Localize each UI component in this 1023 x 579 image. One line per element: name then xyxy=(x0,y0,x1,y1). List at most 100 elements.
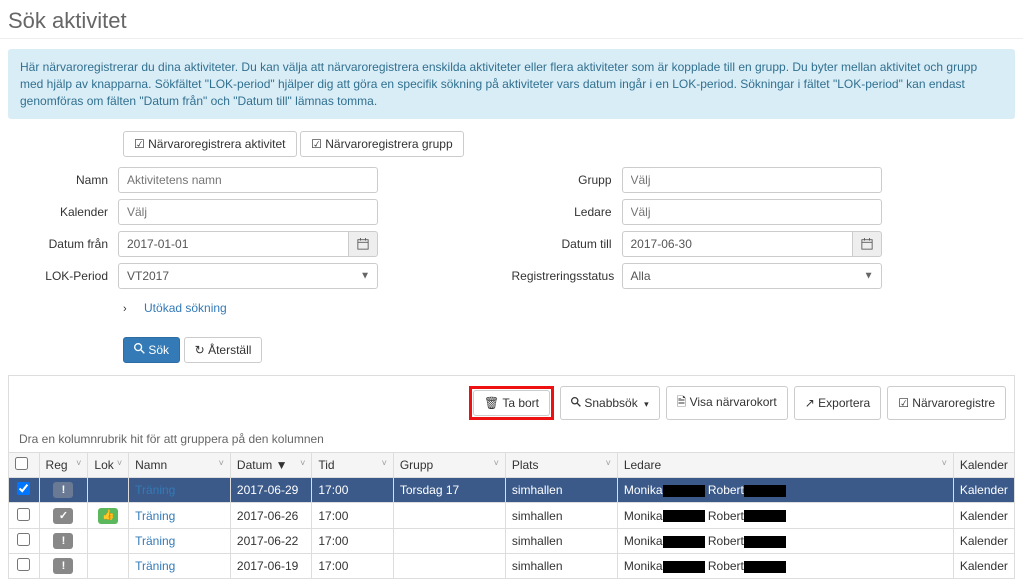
calendar-icon xyxy=(861,238,873,250)
kalender-input[interactable] xyxy=(118,199,378,225)
cell-tid: 17:00 xyxy=(312,503,393,529)
redacted xyxy=(744,536,786,548)
cell-kalender: Kalender xyxy=(953,553,1014,578)
datum-fran-input[interactable] xyxy=(118,231,348,257)
cell-datum: 2017-06-22 xyxy=(230,528,311,553)
col-ledare[interactable]: Ledare ˅ xyxy=(617,453,953,478)
cell-grupp xyxy=(393,503,505,529)
cell-kalender: Kalender xyxy=(953,528,1014,553)
row-checkbox[interactable] xyxy=(17,558,30,571)
alert-icon: ! xyxy=(53,533,73,549)
activity-link[interactable]: Träning xyxy=(135,559,175,573)
label-lok-period: LOK-Period xyxy=(8,269,118,283)
sort-icon: ˅ xyxy=(76,458,81,468)
col-tid[interactable]: Tid˅ xyxy=(312,453,393,478)
check-icon: ☑ xyxy=(898,396,909,410)
col-namn[interactable]: Namn˅ xyxy=(129,453,231,478)
expand-search-link[interactable]: › Utökad sökning xyxy=(8,301,1015,315)
col-reg-label: Reg xyxy=(46,458,68,472)
reg-status-select[interactable]: Alla ▼ xyxy=(622,263,882,289)
label-datum-fran: Datum från xyxy=(8,237,118,251)
select-all-checkbox[interactable] xyxy=(15,457,28,470)
reg-aktivitet-button[interactable]: ☑ Närvaroregistrera aktivitet xyxy=(123,131,297,157)
col-checkbox[interactable] xyxy=(9,453,40,478)
chevron-down-icon xyxy=(641,396,649,410)
sort-icon: ˅ xyxy=(942,458,947,468)
col-grupp[interactable]: Grupp˅ xyxy=(393,453,505,478)
table-row[interactable]: !Träning2017-06-1917:00simhallenMonika R… xyxy=(9,553,1015,578)
row-checkbox[interactable] xyxy=(17,533,30,546)
col-namn-label: Namn xyxy=(135,458,167,472)
reg-grupp-label: Närvaroregistrera grupp xyxy=(325,137,452,151)
redacted xyxy=(744,485,786,497)
col-reg[interactable]: Reg ˅ xyxy=(39,453,88,478)
datum-fran-calendar-button[interactable] xyxy=(348,231,378,257)
table-row[interactable]: !Träning2017-06-2217:00simhallenMonika R… xyxy=(9,528,1015,553)
col-lok[interactable]: Lok˅ xyxy=(88,453,129,478)
results-table: Reg˅ Lok˅ Namn˅ Datum ▼˅ Tid˅ Grupp˅ Pla… xyxy=(8,452,1015,579)
cell-plats: simhallen xyxy=(505,553,617,578)
col-datum[interactable]: Datum ▼ ˅ xyxy=(230,453,311,478)
col-plats[interactable]: Plats ˅ xyxy=(505,453,617,478)
col-ledare-label: Ledare xyxy=(624,458,661,472)
thumbs-up-icon: 👍 xyxy=(98,508,118,524)
reg-status-value: Alla xyxy=(622,263,882,289)
row-checkbox[interactable] xyxy=(17,508,30,521)
col-datum-label: Datum ▼ xyxy=(237,458,288,472)
col-plats-label: Plats xyxy=(512,458,539,472)
sort-icon: ˅ xyxy=(606,458,611,468)
trash-icon: 🗑 xyxy=(484,396,499,410)
sort-icon: ˅ xyxy=(494,458,499,468)
show-card-button[interactable]: 🗎 Visa närvarokort xyxy=(666,386,788,420)
col-kalender[interactable]: Kalender xyxy=(953,453,1014,478)
register-attendance-button[interactable]: ☑ Närvaroregistre xyxy=(887,386,1006,420)
reset-button[interactable]: ↻ Återställ xyxy=(184,337,263,363)
namn-input[interactable] xyxy=(118,167,378,193)
cell-tid: 17:00 xyxy=(312,528,393,553)
check-icon: ✓ xyxy=(53,508,73,524)
activity-link[interactable]: Träning xyxy=(135,509,175,523)
export-button[interactable]: ↗ Exportera xyxy=(794,386,881,420)
datum-till-input[interactable] xyxy=(622,231,852,257)
delete-label: Ta bort xyxy=(502,396,539,410)
show-card-label: Visa närvarokort xyxy=(690,395,777,409)
search-icon xyxy=(134,343,148,357)
activity-link[interactable]: Träning xyxy=(135,483,175,497)
datum-till-calendar-button[interactable] xyxy=(852,231,882,257)
redacted xyxy=(663,536,705,548)
cell-datum: 2017-06-19 xyxy=(230,553,311,578)
cell-kalender: Kalender xyxy=(953,503,1014,529)
grupp-input[interactable] xyxy=(622,167,882,193)
reg-grupp-button[interactable]: ☑ Närvaroregistrera grupp xyxy=(300,131,464,157)
search-button[interactable]: Sök xyxy=(123,337,180,363)
search-icon xyxy=(571,396,584,410)
cell-ledare: Monika Robert xyxy=(617,503,953,529)
quicksearch-button[interactable]: Snabbsök xyxy=(560,386,660,420)
activity-link[interactable]: Träning xyxy=(135,534,175,548)
cell-datum: 2017-06-29 xyxy=(230,478,311,503)
row-checkbox[interactable] xyxy=(17,482,30,495)
group-hint: Dra en kolumnrubrik hit för att gruppera… xyxy=(8,426,1015,452)
cell-kalender: Kalender xyxy=(953,478,1014,503)
export-label: Exportera xyxy=(818,396,870,410)
reset-label: Återställ xyxy=(208,343,251,357)
lok-period-select[interactable]: VT2017 ▼ xyxy=(118,263,378,289)
delete-button[interactable]: 🗑 Ta bort xyxy=(473,390,550,416)
expand-search-label: Utökad sökning xyxy=(144,301,227,315)
alert-icon: ! xyxy=(53,482,73,498)
reg-aktivitet-label: Närvaroregistrera aktivitet xyxy=(148,137,285,151)
redacted xyxy=(744,561,786,573)
cell-grupp xyxy=(393,553,505,578)
label-datum-till: Datum till xyxy=(512,237,622,251)
table-row[interactable]: ✓👍Träning2017-06-2617:00simhallenMonika … xyxy=(9,503,1015,529)
table-row[interactable]: !Träning2017-06-2917:00Torsdag 17simhall… xyxy=(9,478,1015,503)
label-grupp: Grupp xyxy=(512,173,622,187)
redacted xyxy=(663,561,705,573)
sort-icon: ˅ xyxy=(300,458,305,468)
check-icon: ☑ xyxy=(134,137,145,151)
info-box: Här närvaroregistrerar du dina aktivitet… xyxy=(8,49,1015,119)
cell-tid: 17:00 xyxy=(312,478,393,503)
ledare-input[interactable] xyxy=(622,199,882,225)
register-attendance-label: Närvaroregistre xyxy=(912,396,995,410)
export-icon: ↗ xyxy=(805,396,815,410)
